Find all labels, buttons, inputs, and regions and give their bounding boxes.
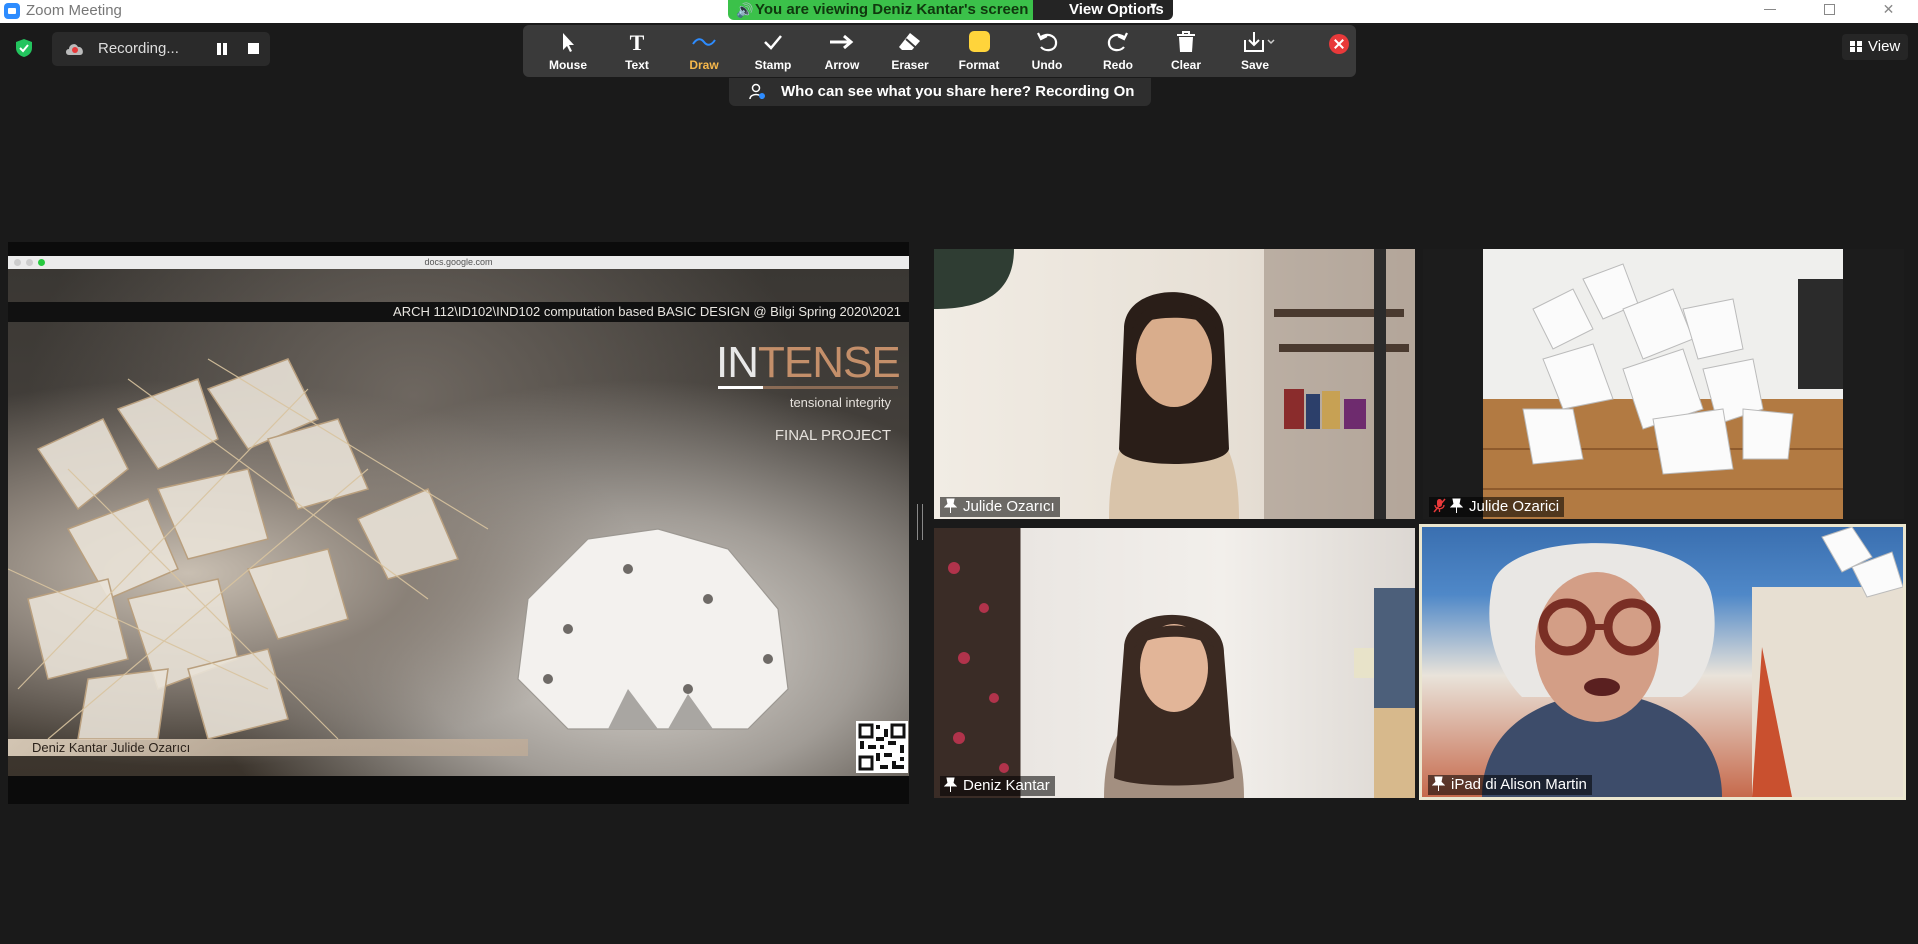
security-shield-icon[interactable] — [14, 38, 34, 58]
tool-mouse[interactable]: Mouse — [538, 25, 598, 77]
view-layout-button[interactable]: View — [1842, 34, 1908, 60]
participant-video — [934, 249, 1415, 519]
tool-label: Text — [625, 58, 649, 72]
format-swatch-icon — [969, 31, 990, 52]
tool-label: Clear — [1170, 58, 1202, 72]
undo-icon — [1037, 32, 1058, 52]
chevron-down-icon: ▼ — [1148, 1, 1159, 13]
project-title-part2: TENSE — [758, 338, 901, 387]
browser-url: docs.google.com — [424, 257, 493, 267]
title-underline — [718, 386, 898, 389]
text-icon: T — [630, 31, 645, 53]
arrow-icon — [830, 34, 854, 50]
participant-video — [1483, 249, 1843, 519]
redo-icon — [1107, 32, 1128, 52]
share-banner-text: You are viewing Deniz Kantar's screen — [755, 1, 1029, 18]
authors-text: Deniz Kantar Julide Ozarıcı — [32, 740, 191, 755]
minimize-button[interactable] — [1748, 0, 1793, 20]
pin-icon — [944, 777, 957, 792]
participant-tile[interactable]: Deniz Kantar — [934, 528, 1415, 798]
annotation-toolbar: Mouse T Text Draw Stamp Arrow Eraser For… — [523, 25, 1356, 77]
stop-recording-button[interactable] — [248, 43, 259, 54]
participant-name-tag: Julide Ozarici — [1429, 497, 1565, 517]
browser-address-bar: docs.google.com — [8, 256, 909, 269]
course-title: ARCH 112\ID102\IND102 computation based … — [393, 304, 901, 319]
check-icon — [764, 35, 782, 50]
window-title: Zoom Meeting — [26, 2, 122, 19]
maximize-button[interactable] — [1806, 0, 1851, 20]
qr-code-icon — [856, 721, 908, 773]
participant-name-tag: Deniz Kantar — [940, 776, 1055, 796]
speaker-icon: 🔊 — [736, 2, 754, 18]
squiggle-icon — [692, 38, 716, 46]
participant-name: Deniz Kantar — [963, 777, 1050, 794]
tool-label: Draw — [689, 58, 719, 72]
participant-tile[interactable]: Julide Ozarici — [1423, 249, 1904, 519]
tool-eraser[interactable]: Eraser — [880, 25, 940, 77]
tool-label: Stamp — [754, 58, 792, 72]
close-toolbar-button[interactable] — [1329, 34, 1349, 54]
tool-save[interactable]: Save — [1225, 25, 1285, 77]
svg-text:T: T — [630, 31, 645, 53]
tool-label: Undo — [1031, 58, 1063, 72]
view-options-button[interactable]: View Options ▼ — [1033, 0, 1173, 20]
tool-undo[interactable]: Undo — [1017, 25, 1077, 77]
pin-icon — [1432, 776, 1445, 791]
recording-indicator: Recording... — [52, 32, 270, 66]
participant-video — [1482, 527, 1903, 797]
tool-draw[interactable]: Draw — [674, 25, 734, 77]
participant-name: Julide Ozarici — [1469, 498, 1560, 515]
presentation-slide: ARCH 112\ID102\IND102 computation based … — [8, 269, 909, 776]
tool-stamp[interactable]: Stamp — [743, 25, 803, 77]
tool-format[interactable]: Format — [949, 25, 1009, 77]
share-visibility-notice[interactable]: Who can see what you share here? Recordi… — [729, 78, 1151, 106]
shared-screen[interactable]: docs.google.com ARCH 112\ID102\IND102 co… — [8, 242, 909, 804]
project-title: INTENSE — [716, 338, 901, 388]
zoom-app-icon — [4, 3, 20, 19]
project-tagline: tensional integrity — [789, 395, 891, 410]
recording-label: Recording... — [98, 40, 179, 57]
participant-video-frame: iPad di Alison Martin — [1422, 527, 1903, 797]
tool-redo[interactable]: Redo — [1088, 25, 1148, 77]
participant-name-tag: iPad di Alison Martin — [1428, 775, 1592, 795]
tool-arrow[interactable]: Arrow — [812, 25, 872, 77]
tool-text[interactable]: T Text — [607, 25, 667, 77]
pin-icon — [944, 498, 957, 513]
microphone-muted-icon — [1433, 498, 1446, 513]
participant-name: iPad di Alison Martin — [1451, 776, 1587, 793]
participant-name-tag: Julide Ozarıcı — [940, 497, 1060, 517]
share-visibility-text: Who can see what you share here? Recordi… — [781, 83, 1135, 100]
tool-label: Eraser — [891, 58, 929, 72]
view-label: View — [1868, 38, 1901, 55]
pin-icon — [1450, 498, 1463, 513]
participant-tile[interactable]: Julide Ozarıcı — [934, 249, 1415, 519]
cloud-recording-icon — [66, 44, 83, 55]
tool-clear[interactable]: Clear — [1156, 25, 1216, 77]
tool-label: Save — [1240, 58, 1270, 72]
person-icon — [749, 83, 765, 100]
tool-label: Mouse — [548, 58, 587, 72]
eraser-icon — [899, 33, 920, 50]
participant-name: Julide Ozarıcı — [963, 498, 1055, 515]
active-speaker-tile[interactable]: iPad di Alison Martin — [1419, 524, 1906, 800]
share-banner: 🔊 You are viewing Deniz Kantar's screen — [728, 0, 1033, 20]
tool-label: Format — [958, 58, 1000, 72]
participant-video — [948, 562, 1415, 798]
grid-icon — [1850, 41, 1862, 52]
tool-label: Arrow — [824, 58, 860, 72]
trash-icon — [1177, 31, 1195, 52]
save-icon — [1244, 32, 1275, 52]
tool-label: Redo — [1103, 58, 1133, 72]
project-title-part1: IN — [716, 338, 759, 387]
final-project-label: FINAL PROJECT — [774, 427, 891, 444]
resize-handle[interactable] — [917, 504, 923, 540]
cursor-icon — [563, 33, 574, 52]
window-title-bar: Zoom Meeting 🔊 You are viewing Deniz Kan… — [0, 0, 1918, 23]
close-window-button[interactable]: ✕ — [1866, 0, 1911, 20]
pause-recording-button[interactable] — [216, 43, 228, 55]
